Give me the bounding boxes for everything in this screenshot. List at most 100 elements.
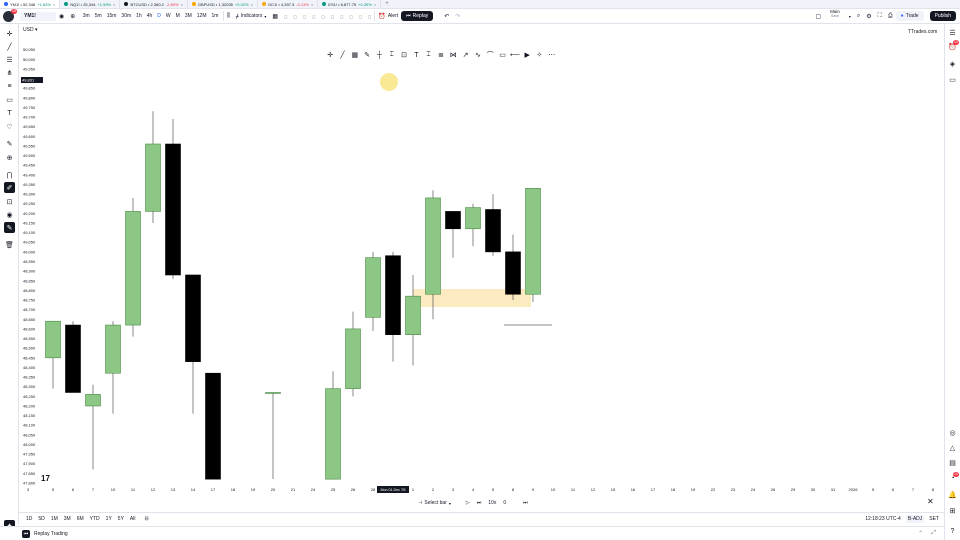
tab-close-icon[interactable]: × xyxy=(251,2,253,7)
symbol-search[interactable]: YM1! xyxy=(20,11,56,21)
avatar[interactable]: 15 xyxy=(3,8,17,22)
compare-plus-icon[interactable]: ⊕ xyxy=(67,9,78,24)
range-All[interactable]: All xyxy=(127,516,139,522)
fib-icon[interactable]: ≣ xyxy=(435,49,447,61)
path-icon[interactable]: ⌒ xyxy=(484,49,496,61)
rect-icon[interactable]: ⊡ xyxy=(398,49,410,61)
maximize-icon[interactable]: ⤢ xyxy=(931,530,936,537)
tab-close-icon[interactable]: × xyxy=(311,2,313,7)
new-tab-icon[interactable]: + xyxy=(381,1,393,7)
search-icon[interactable]: ⌕ xyxy=(854,9,863,24)
layout-grid-icon[interactable]: ▦ xyxy=(269,9,281,24)
chat-icon[interactable]: ▭ xyxy=(947,74,958,85)
timeframe-4h[interactable]: 4h xyxy=(144,13,155,19)
alerts-icon[interactable]: ⏰ 10 xyxy=(947,40,959,52)
replay-trading-tab[interactable]: Replay Trading xyxy=(34,531,68,537)
timeframe-3m[interactable]: 3m xyxy=(80,13,92,19)
position-icon[interactable]: ↗ xyxy=(459,49,471,61)
tab-close-icon[interactable]: × xyxy=(374,2,376,7)
publish-button[interactable]: Publish xyxy=(929,11,956,21)
browser-tab[interactable]: ES1! • 6,877.75 +0.39% × xyxy=(318,0,382,8)
adjustment-toggle[interactable]: B-ADJ xyxy=(905,514,925,523)
range-6M[interactable]: 6M xyxy=(74,516,87,522)
apps-grid-icon[interactable]: ⊞ xyxy=(947,505,958,516)
browser-tab[interactable]: BTCUSD • 2,380.2 -2.89% × xyxy=(120,0,188,8)
play-icon[interactable]: ✧ xyxy=(533,49,545,61)
eye-icon[interactable]: ◉ xyxy=(56,9,67,24)
text-icon[interactable]: T xyxy=(4,108,15,119)
magnet-icon[interactable]: ⋂ xyxy=(4,169,15,180)
heart-icon[interactable]: ♡ xyxy=(4,121,15,132)
range-5Y[interactable]: 5Y xyxy=(115,516,127,522)
notifications-icon[interactable]: ◔ 10 xyxy=(947,472,959,484)
select-bar-button[interactable]: ⊣ Select bar ▾ xyxy=(418,500,451,506)
alert-button[interactable]: ⏰ Alert xyxy=(375,9,401,24)
browser-tab[interactable]: GBPUSD • 1.32035 +0.02% × xyxy=(188,0,258,8)
range-icon[interactable]: ⌶ xyxy=(386,49,398,61)
timeframe-30m[interactable]: 30m xyxy=(119,13,134,19)
timeframe-D[interactable]: D xyxy=(155,13,164,19)
indicators-button[interactable]: ᚋ Indicators ▾ xyxy=(233,9,270,24)
close-replay-icon[interactable]: ✕ xyxy=(927,497,934,506)
play-icon[interactable]: ▷ xyxy=(466,500,470,506)
browser-tab[interactable]: YM1! • 52,346 +1.83% × xyxy=(0,0,61,8)
pitchfork-icon[interactable]: ⋔ xyxy=(4,67,15,78)
range-1Y[interactable]: 1Y xyxy=(103,516,115,522)
replay-button[interactable]: ⏮ Replay xyxy=(401,11,434,21)
measure-icon[interactable]: ⌶ xyxy=(423,49,435,61)
note-icon[interactable]: ⟵ xyxy=(509,49,521,61)
brush-icon[interactable]: ▭ xyxy=(496,49,508,61)
wave-icon[interactable]: ∿ xyxy=(472,49,484,61)
ray-icon[interactable]: ▶ xyxy=(521,49,533,61)
range-YTD[interactable]: YTD xyxy=(87,516,103,522)
camera-icon[interactable]: ⎙ xyxy=(885,9,896,24)
expand-icon[interactable]: ⛶ xyxy=(875,9,885,24)
cross-icon[interactable]: ┼ xyxy=(373,49,385,61)
trash-icon[interactable]: 🗑 xyxy=(4,239,15,250)
session-toggle[interactable]: SET xyxy=(929,516,939,522)
ruler-icon[interactable]: ✎ xyxy=(4,138,15,149)
fullscreen-square-icon[interactable]: ▢ xyxy=(812,9,824,24)
settings-icon[interactable]: ⚙ xyxy=(863,9,874,24)
browser-tab[interactable]: NQ1! • 25,344 +1.59% × xyxy=(60,0,121,8)
speed-button[interactable]: 10x xyxy=(488,500,496,506)
horizontal-lines-icon[interactable]: ☰ xyxy=(4,54,15,65)
range-5D[interactable]: 5D xyxy=(35,516,47,522)
timeframe-1h[interactable]: 1h xyxy=(134,13,145,19)
crosshair-icon[interactable]: ✛ xyxy=(4,28,15,39)
bar-style-icon[interactable]: ⫼ xyxy=(224,9,233,24)
chevron-down-icon[interactable]: ▾ xyxy=(846,9,854,24)
timeframe-12M[interactable]: 12M xyxy=(194,13,209,19)
ideas-icon[interactable]: △ xyxy=(947,442,958,453)
price-chart[interactable]: 50,050 50,000 49,950 49,900 49,850 49,800 49,7… xyxy=(0,0,960,540)
watchlist-icon[interactable]: ☰ xyxy=(947,27,958,38)
range-1D[interactable]: 1D xyxy=(23,516,35,522)
fib-icon[interactable]: ≡ xyxy=(4,81,15,92)
tab-close-icon[interactable]: × xyxy=(181,2,183,7)
undo-icon[interactable]: ↶ xyxy=(441,9,452,24)
range-3M[interactable]: 3M xyxy=(61,516,74,522)
settings-icon[interactable]: ⋯ xyxy=(546,49,558,61)
range-1M[interactable]: 1M xyxy=(48,516,61,522)
layout-save-button[interactable]: Main Save xyxy=(824,9,846,24)
timeframe-5m[interactable]: 5m xyxy=(92,13,104,19)
pen-icon[interactable]: ✎ xyxy=(361,49,373,61)
trendline-icon[interactable]: ╱ xyxy=(4,41,15,52)
tab-close-icon[interactable]: × xyxy=(53,2,55,7)
lock-icon[interactable]: ⊡ xyxy=(4,196,15,207)
zoom-icon[interactable]: ⊕ xyxy=(4,152,15,163)
redo-icon[interactable]: ↷ xyxy=(452,9,463,24)
browser-tab[interactable]: GC1! • 4,397.3 -0.13% × xyxy=(258,0,319,8)
eye-icon[interactable]: ◉ xyxy=(4,209,15,220)
compass-icon[interactable]: ◎ xyxy=(947,427,958,438)
tab-close-icon[interactable]: × xyxy=(113,2,115,7)
compare-icon[interactable]: ⊟ xyxy=(144,516,148,522)
text-icon[interactable]: T xyxy=(410,49,422,61)
timeframe-3M[interactable]: 3M xyxy=(182,13,194,19)
stay-drawing-icon[interactable]: ✐ xyxy=(4,182,15,193)
grid-icon[interactable]: ▦ xyxy=(349,49,361,61)
timeframe-1m[interactable]: 1m xyxy=(209,13,221,19)
layers-icon[interactable]: ◈ xyxy=(947,58,958,69)
step-forward-icon[interactable]: ⏭ xyxy=(477,500,482,506)
bell-icon[interactable]: 🔔 xyxy=(947,489,958,500)
